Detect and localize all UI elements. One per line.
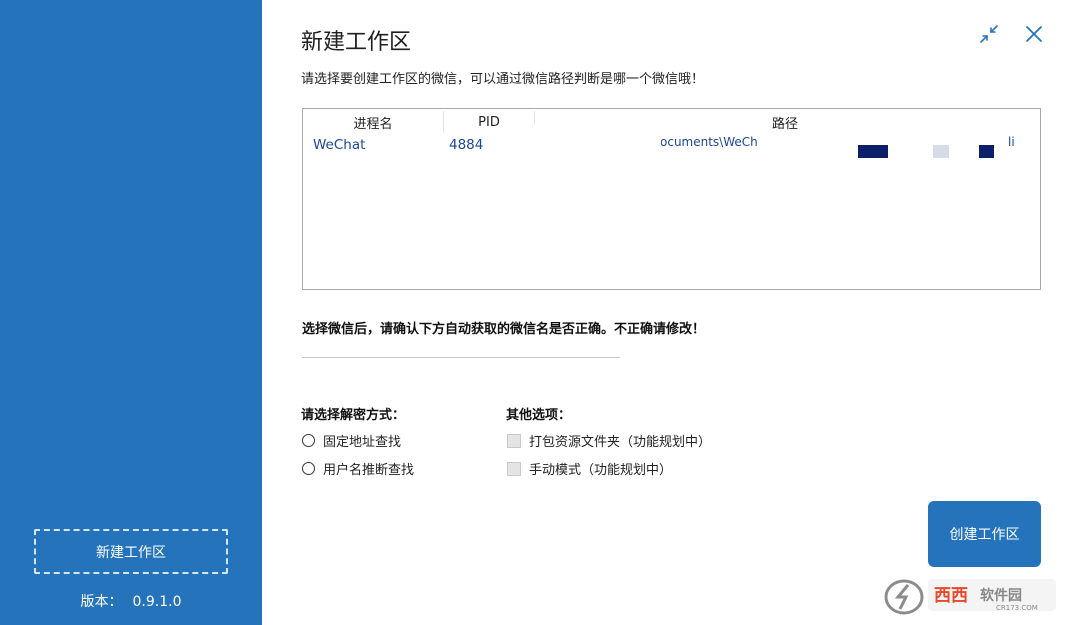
radio-fixed-address[interactable]: 固定地址查找 [302,431,401,450]
page-title: 新建工作区 [301,30,412,55]
redaction-block [979,145,994,158]
column-header-pid[interactable]: PID [444,111,535,133]
path-suffix-fragment: li [1008,135,1015,149]
checkbox-box-icon[interactable] [507,433,521,448]
process-table: 进程名 PID 路径 WeChat 4884 ocuments\WeCh li [302,108,1041,290]
redaction-block [533,125,661,151]
wechat-name-notice: 选择微信后，请确认下方自动获取的微信名是否正确。不正确请修改！ [302,322,706,337]
version-label: 版本： [80,594,123,610]
checkbox-label: 打包资源文件夹（功能规划中） [529,435,712,450]
radio-label: 用户名推断查找 [323,463,415,478]
redaction-block [933,145,949,158]
other-options-title: 其他选项： [506,408,572,423]
decrypt-method-title: 请选择解密方式： [301,408,406,423]
sidebar: 新建工作区 版本： 0.9.1.0 [0,0,262,625]
page-subtitle: 请选择要创建工作区的微信，可以通过微信路径判断是哪一个微信哦！ [301,72,705,87]
main-panel: 新建工作区 请选择要创建工作区的微信，可以通过微信路径判断是哪一个微信哦！ 进程… [262,0,1080,625]
site-watermark-logo: 西西 软件园 CR173.COM [884,575,1060,615]
radio-label: 固定地址查找 [323,435,402,450]
checkbox-manual-mode[interactable]: 手动模式（功能规划中） [507,459,672,478]
app-window: 新建工作区 版本： 0.9.1.0 新建工作区 请选择要创建工作区的微信，可以通… [0,0,1080,625]
create-workspace-button[interactable]: 创建工作区 [928,501,1041,567]
table-header: 进程名 PID 路径 [303,111,1040,133]
shrink-arrows-icon[interactable] [977,22,1001,46]
checkbox-pack-resources[interactable]: 打包资源文件夹（功能规划中） [507,431,711,450]
version-info: 版本： 0.9.1.0 [0,591,262,611]
table-row[interactable]: WeChat 4884 ocuments\WeCh li [303,135,1040,157]
close-icon[interactable] [1022,22,1046,46]
process-name-cell: WeChat [313,137,366,153]
svg-text:软件园: 软件园 [980,587,1022,604]
redaction-block [858,145,888,158]
checkbox-box-icon[interactable] [507,461,521,476]
svg-text:西西: 西西 [934,586,968,606]
checkbox-label: 手动模式（功能规划中） [529,463,673,478]
path-cell: ocuments\WeCh [660,135,758,149]
svg-text:CR173.COM: CR173.COM [996,604,1038,612]
radio-circle-icon[interactable] [302,462,315,475]
new-workspace-button[interactable]: 新建工作区 [34,529,228,574]
radio-circle-icon[interactable] [302,434,315,447]
column-header-process-name[interactable]: 进程名 [303,111,444,133]
version-value: 0.9.1.0 [132,594,182,610]
wechat-name-input[interactable] [302,338,620,358]
pid-cell: 4884 [449,137,484,153]
radio-username-infer[interactable]: 用户名推断查找 [302,459,414,478]
